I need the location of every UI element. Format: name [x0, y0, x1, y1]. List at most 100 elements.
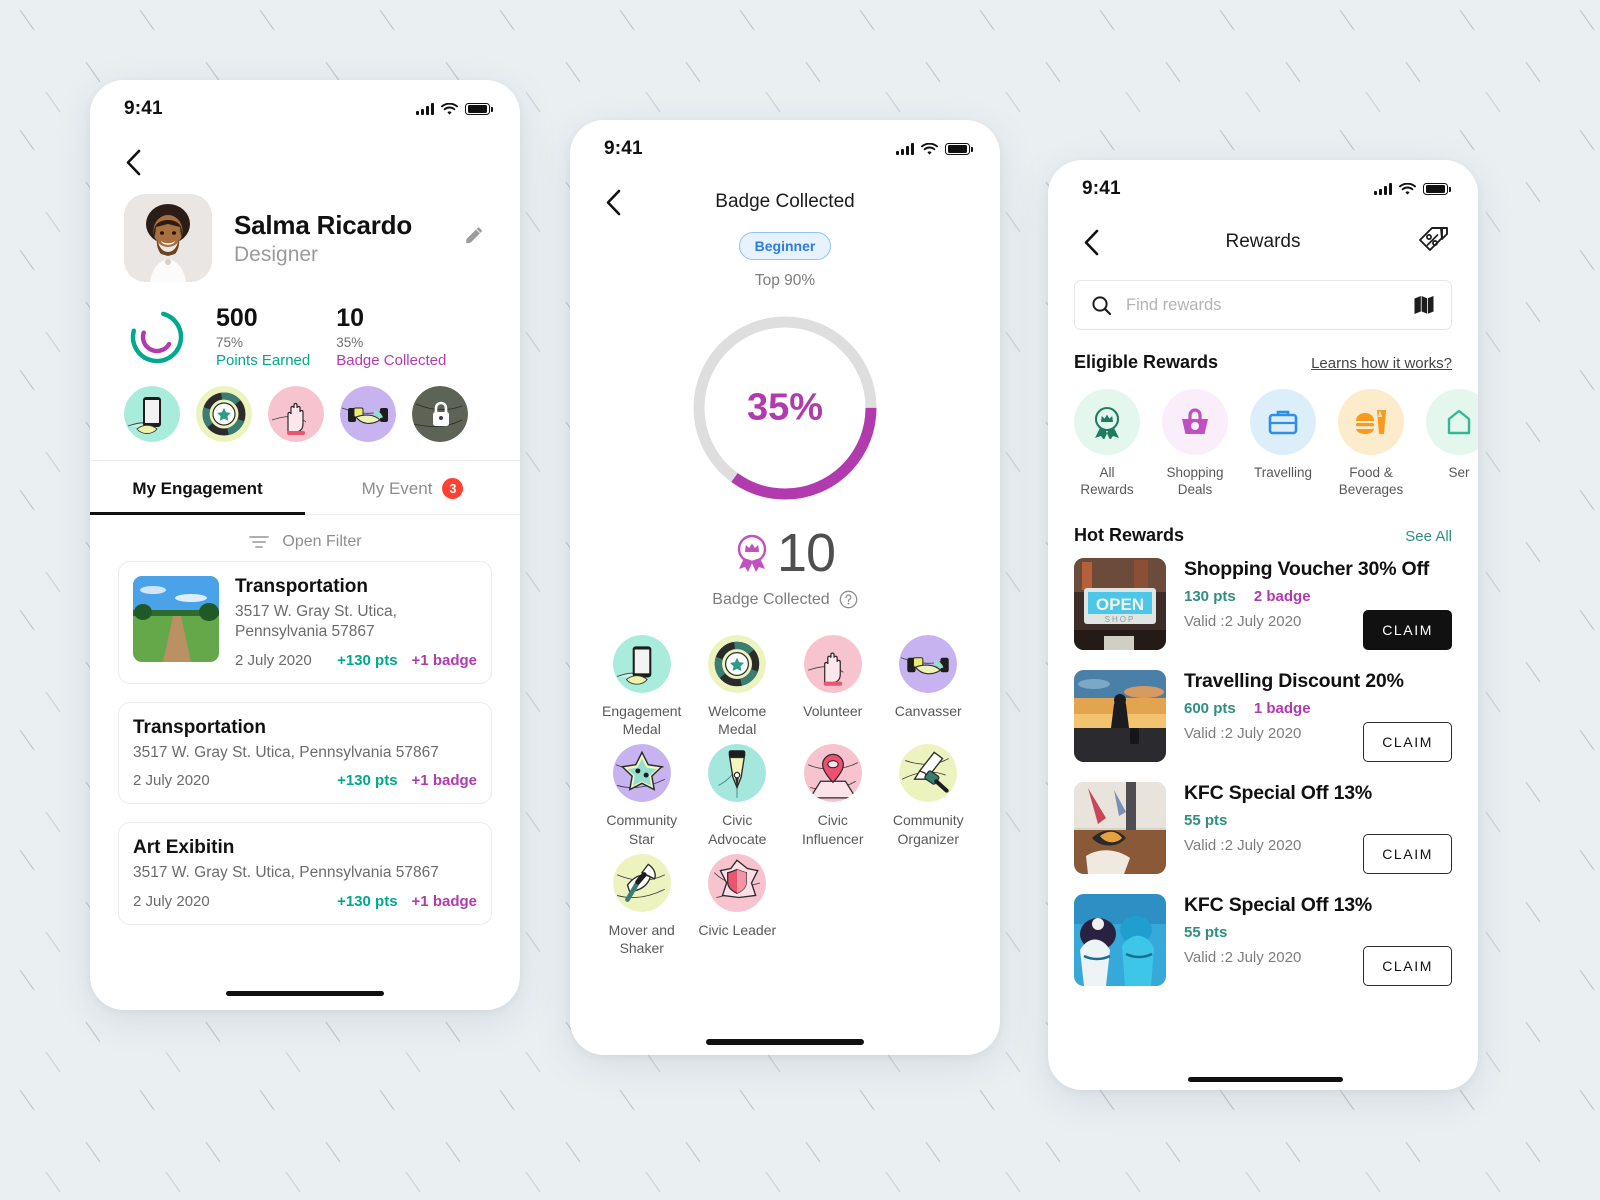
chevron-left-icon: [606, 189, 620, 215]
badge-label: Mover and Shaker: [608, 921, 675, 956]
progress-percent-label: 35%: [746, 386, 824, 429]
badge-chip-engagement-medal[interactable]: [124, 386, 180, 442]
open-filter-button[interactable]: Open Filter: [90, 515, 520, 561]
badge-item-community-organizer[interactable]: Community Organizer: [883, 744, 975, 847]
wifi-icon: [441, 102, 458, 115]
reward-points: 55 pts: [1184, 811, 1228, 829]
search-input[interactable]: [1126, 295, 1399, 315]
badge-item-civic-advocate[interactable]: Civic Advocate: [692, 744, 784, 847]
map-icon[interactable]: [1413, 294, 1435, 316]
chevron-left-icon: [126, 149, 140, 175]
badge-item-civic-influencer[interactable]: Civic Influencer: [787, 744, 879, 847]
status-time: 9:41: [1082, 178, 1121, 199]
category-all-rewards[interactable]: All Rewards: [1074, 389, 1140, 499]
badge-count-row: 10: [570, 526, 1000, 580]
stat-label: Points Earned: [216, 351, 311, 369]
scroll-indicator[interactable]: [1188, 1077, 1343, 1082]
engagement-badge: +1 badge: [411, 651, 477, 669]
engagement-points: +130 pts: [337, 772, 398, 790]
search-bar[interactable]: [1074, 280, 1452, 330]
claim-button[interactable]: CLAIM: [1363, 945, 1452, 986]
badge-item-volunteer[interactable]: Volunteer: [787, 635, 879, 738]
status-icons: [416, 102, 493, 116]
badge-art: [612, 635, 671, 693]
badge-strip[interactable]: [90, 370, 520, 460]
badge-label: Welcome Medal: [708, 703, 767, 738]
tab-my-engagement[interactable]: My Engagement: [90, 461, 305, 515]
reward-card[interactable]: OPEN SHOP Shopping Voucher 30% Off 130 p…: [1074, 557, 1452, 650]
category-shopping-deals[interactable]: Shopping Deals: [1162, 389, 1228, 499]
back-button[interactable]: [1076, 227, 1106, 257]
claim-button[interactable]: CLAIM: [1363, 721, 1452, 762]
engagement-meta: 2 July 2020 +130 pts +1 badge: [133, 772, 477, 789]
badge-label: Community Organizer: [892, 812, 964, 847]
back-button[interactable]: [598, 187, 628, 217]
see-all-link[interactable]: See All: [1405, 528, 1452, 545]
reward-card[interactable]: Travelling Discount 20% 600 pts 1 badge …: [1074, 669, 1452, 762]
phone-rewards-screen: 9:41 Rewards Find rewards Eligible Rewar…: [1048, 160, 1478, 1090]
badge-chip-locked[interactable]: [412, 386, 468, 442]
learn-how-it-works-link[interactable]: Learns how it works?: [1311, 355, 1452, 372]
engagement-address: 3517 W. Gray St. Utica, Pennsylvania 578…: [133, 743, 439, 761]
open-filter-label: Open Filter: [282, 533, 362, 550]
badge-item-civic-leader[interactable]: Civic Leader: [692, 853, 784, 957]
engagement-card[interactable]: Transportation 3517 W. Gray St. Utica, P…: [118, 561, 492, 684]
badge-count-caption: Badge Collected: [570, 590, 1000, 609]
status-icons: [896, 142, 973, 156]
reward-badge: 1 badge: [1253, 699, 1311, 717]
badge-chip-volunteer[interactable]: [268, 386, 324, 442]
edit-profile-button[interactable]: [462, 224, 486, 253]
reward-card[interactable]: KFC Special Off 13% 55 pts Valid :2 July…: [1074, 781, 1452, 874]
claim-button[interactable]: CLAIM: [1363, 833, 1452, 874]
badge-item-engagement-medal[interactable]: Engagement Medal: [596, 635, 688, 738]
cellular-signal-icon: [416, 103, 434, 115]
section-title: Hot Rewards: [1074, 524, 1185, 545]
stat-badge-collected: 10 35% Badge Collected: [336, 305, 447, 369]
category-icon-wrap: [1074, 389, 1140, 455]
battery-icon: [945, 142, 973, 156]
reward-card[interactable]: KFC Special Off 13% 55 pts Valid :2 July…: [1074, 893, 1452, 986]
status-icons: [1374, 182, 1451, 196]
reward-title: KFC Special Off 13%: [1184, 893, 1373, 916]
engagement-points: +130 pts: [337, 892, 398, 910]
badge-item-welcome-medal[interactable]: Welcome Medal: [692, 635, 784, 738]
badge-label: Community Star: [606, 812, 678, 847]
badge-art: [899, 635, 958, 693]
category-travelling[interactable]: Travelling: [1250, 389, 1316, 499]
help-icon[interactable]: [839, 590, 858, 609]
stats-row: 500 75% Points Earned 10 35% Badge Colle…: [90, 282, 520, 370]
nav-bar: Badge Collected: [570, 164, 1000, 226]
reward-points: 600 pts: [1184, 699, 1236, 717]
nav-bar: [90, 124, 520, 186]
badge-item-community-star[interactable]: Community Star: [596, 744, 688, 847]
badge-art: [803, 635, 862, 693]
category-food-beverages[interactable]: Food & Beverages: [1338, 389, 1404, 499]
eligible-rewards-header: Eligible Rewards Learns how it works?: [1048, 330, 1478, 373]
back-button[interactable]: [118, 147, 148, 177]
category-services[interactable]: Ser: [1426, 389, 1478, 499]
engagement-card[interactable]: Transportation 3517 W. Gray St. Utica, P…: [118, 701, 492, 805]
engagement-title: Art Exibitin: [133, 837, 235, 859]
profile-row: Salma Ricardo Designer: [90, 186, 520, 282]
tab-my-event[interactable]: My Event 3: [305, 461, 520, 514]
badge-chip-welcome-medal[interactable]: [196, 386, 252, 442]
badge-art: [708, 635, 767, 693]
scroll-indicator[interactable]: [226, 991, 384, 996]
engagement-card[interactable]: Art Exibitin 3517 W. Gray St. Utica, Pen…: [118, 822, 492, 925]
stat-percent: 75%: [216, 334, 244, 350]
offers-tag-button[interactable]: [1416, 224, 1450, 261]
claim-button[interactable]: CLAIM: [1363, 609, 1452, 650]
category-row[interactable]: All Rewards Shopping Deals Travelling Fo…: [1048, 373, 1478, 499]
badge-chip-canvasser[interactable]: [340, 386, 396, 442]
level-badge[interactable]: Beginner: [738, 232, 832, 260]
engagement-body: Transportation 3517 W. Gray St. Utica, P…: [133, 717, 477, 789]
category-icon-wrap: [1250, 389, 1316, 455]
stat-label: Badge Collected: [336, 351, 447, 369]
phone-profile-screen: 9:41 Salma Ricardo Designer 500 75% Poin…: [90, 80, 520, 1010]
status-time: 9:41: [604, 138, 643, 159]
services-icon: [1447, 409, 1471, 435]
badge-item-canvasser[interactable]: Canvasser: [883, 635, 975, 738]
section-title: Eligible Rewards: [1074, 352, 1219, 372]
badge-item-mover-and-shaker[interactable]: Mover and Shaker: [596, 853, 688, 957]
engagement-address: 3517 W. Gray St. Utica, Pennsylvania 578…: [133, 864, 439, 882]
